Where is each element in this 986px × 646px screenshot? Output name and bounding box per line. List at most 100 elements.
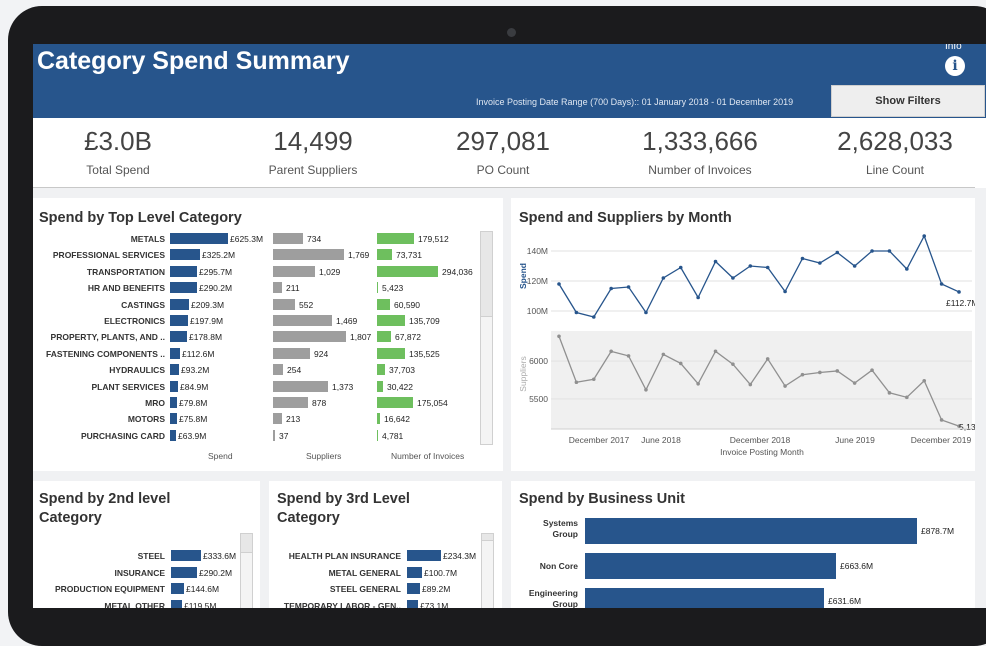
suppliers-bar[interactable] [273, 429, 275, 441]
suppliers-data-point[interactable] [626, 354, 631, 358]
suppliers-data-point[interactable] [835, 369, 840, 373]
suppliers-data-point[interactable] [852, 381, 857, 385]
spend-bar[interactable] [170, 364, 179, 376]
spend-data-point[interactable] [557, 282, 561, 286]
spend-bar[interactable] [170, 233, 228, 244]
invoices-bar[interactable] [377, 397, 413, 408]
suppliers-data-point[interactable] [765, 357, 770, 361]
category-row[interactable]: HYDRAULICS £93.2M 254 37,703 [33, 363, 503, 377]
scrollbar[interactable] [480, 231, 493, 445]
spend-bar[interactable] [585, 553, 836, 579]
invoices-bar[interactable] [377, 282, 378, 294]
suppliers-data-point[interactable] [591, 377, 596, 382]
spend-bar[interactable] [170, 249, 200, 261]
spend-data-point[interactable] [748, 264, 753, 268]
spend-bar[interactable] [171, 599, 182, 608]
category-row[interactable]: METAL GENERAL £100.7M [269, 566, 499, 580]
invoices-bar[interactable] [377, 233, 414, 244]
invoices-bar[interactable] [377, 429, 378, 441]
suppliers-bar[interactable] [273, 298, 295, 310]
spend-data-point[interactable] [835, 250, 840, 255]
category-row[interactable]: STEEL £333.6M [33, 549, 263, 563]
spend-data-point[interactable] [696, 295, 700, 300]
suppliers-data-point[interactable] [783, 384, 787, 388]
suppliers-data-point[interactable] [887, 391, 892, 395]
suppliers-data-point[interactable] [678, 361, 683, 366]
suppliers-bar[interactable] [273, 315, 332, 326]
suppliers-data-point[interactable] [661, 352, 666, 357]
scrollbar-thumb[interactable] [241, 534, 252, 553]
spend-data-point[interactable] [644, 310, 648, 315]
spend-data-point[interactable] [783, 289, 787, 294]
suppliers-data-point[interactable] [922, 378, 927, 383]
spend-data-point[interactable] [800, 256, 805, 261]
spend-data-point[interactable] [905, 267, 909, 271]
category-row[interactable]: METAL OTHER £119.5M [33, 599, 263, 608]
category-row[interactable]: MOTORS £75.8M 213 16,642 [33, 412, 503, 426]
suppliers-data-point[interactable] [609, 349, 613, 354]
spend-bar[interactable] [170, 265, 197, 277]
spend-bar[interactable] [170, 298, 189, 310]
invoices-bar[interactable] [377, 265, 438, 277]
category-row[interactable]: PURCHASING CARD £63.9M 37 4,781 [33, 429, 503, 443]
spend-bar[interactable] [170, 331, 187, 343]
suppliers-bar[interactable] [273, 249, 344, 261]
info-icon[interactable]: i [945, 56, 965, 76]
scrollbar-thumb[interactable] [482, 534, 493, 541]
suppliers-data-point[interactable] [713, 349, 718, 354]
spend-bar[interactable] [171, 583, 184, 594]
category-row[interactable]: STEEL GENERAL £89.2M [269, 582, 499, 596]
invoices-bar[interactable] [377, 347, 405, 359]
business-unit-row[interactable]: Systems Group £878.7M [511, 518, 975, 546]
suppliers-bar[interactable] [273, 380, 328, 392]
category-row[interactable]: INSURANCE £290.2M [33, 566, 263, 580]
spend-data-point[interactable] [678, 265, 683, 270]
show-filters-button[interactable]: Show Filters [831, 85, 985, 117]
spend-bar[interactable] [585, 588, 824, 608]
scrollbar-thumb[interactable] [481, 232, 492, 317]
invoices-bar[interactable] [377, 331, 391, 343]
spend-bar[interactable] [170, 429, 176, 441]
category-row[interactable]: ELECTRONICS £197.9M 1,469 135,709 [33, 314, 503, 328]
category-row[interactable]: CASTINGS £209.3M 552 60,590 [33, 298, 503, 312]
suppliers-bar[interactable] [273, 331, 346, 343]
spend-bar[interactable] [407, 583, 420, 594]
invoices-bar[interactable] [377, 298, 390, 310]
suppliers-data-point[interactable] [905, 395, 909, 400]
category-row[interactable]: HR AND BENEFITS £290.2M 211 5,423 [33, 281, 503, 295]
spend-data-point[interactable] [887, 249, 892, 253]
spend-bar[interactable] [407, 550, 441, 561]
spend-data-point[interactable] [626, 285, 631, 289]
suppliers-data-point[interactable] [800, 372, 805, 377]
suppliers-bar[interactable] [273, 265, 315, 277]
suppliers-bar[interactable] [273, 347, 310, 359]
spend-bar[interactable] [170, 380, 178, 392]
spend-bar[interactable] [585, 518, 917, 544]
category-row[interactable]: TEMPORARY LABOR - GEN.. £73.1M [269, 599, 499, 608]
scrollbar[interactable] [240, 533, 253, 608]
spend-bar[interactable] [170, 397, 177, 408]
spend-data-point[interactable] [609, 286, 613, 291]
spend-data-point[interactable] [574, 310, 579, 315]
invoices-bar[interactable] [377, 249, 392, 261]
spend-bar[interactable] [171, 550, 201, 561]
suppliers-bar[interactable] [273, 282, 282, 294]
suppliers-bar[interactable] [273, 413, 282, 425]
spend-bar[interactable] [170, 282, 197, 294]
spend-series-line[interactable] [558, 234, 960, 318]
suppliers-bar[interactable] [273, 233, 303, 244]
invoices-bar[interactable] [377, 364, 385, 376]
suppliers-bar[interactable] [273, 397, 308, 408]
business-unit-row[interactable]: Engineering Group £631.6M [511, 588, 975, 608]
spend-data-point[interactable] [939, 282, 944, 286]
spend-data-point[interactable] [731, 276, 735, 280]
category-row[interactable]: HEALTH PLAN INSURANCE £234.3M [269, 549, 499, 563]
suppliers-data-point[interactable] [818, 370, 822, 375]
invoices-bar[interactable] [377, 315, 405, 326]
suppliers-data-point[interactable] [644, 388, 648, 392]
spend-data-point[interactable] [661, 276, 666, 280]
suppliers-data-point[interactable] [731, 362, 735, 366]
business-unit-row[interactable]: Non Core £663.6M [511, 553, 975, 581]
suppliers-data-point[interactable] [939, 418, 944, 422]
spend-data-point[interactable] [765, 265, 770, 270]
